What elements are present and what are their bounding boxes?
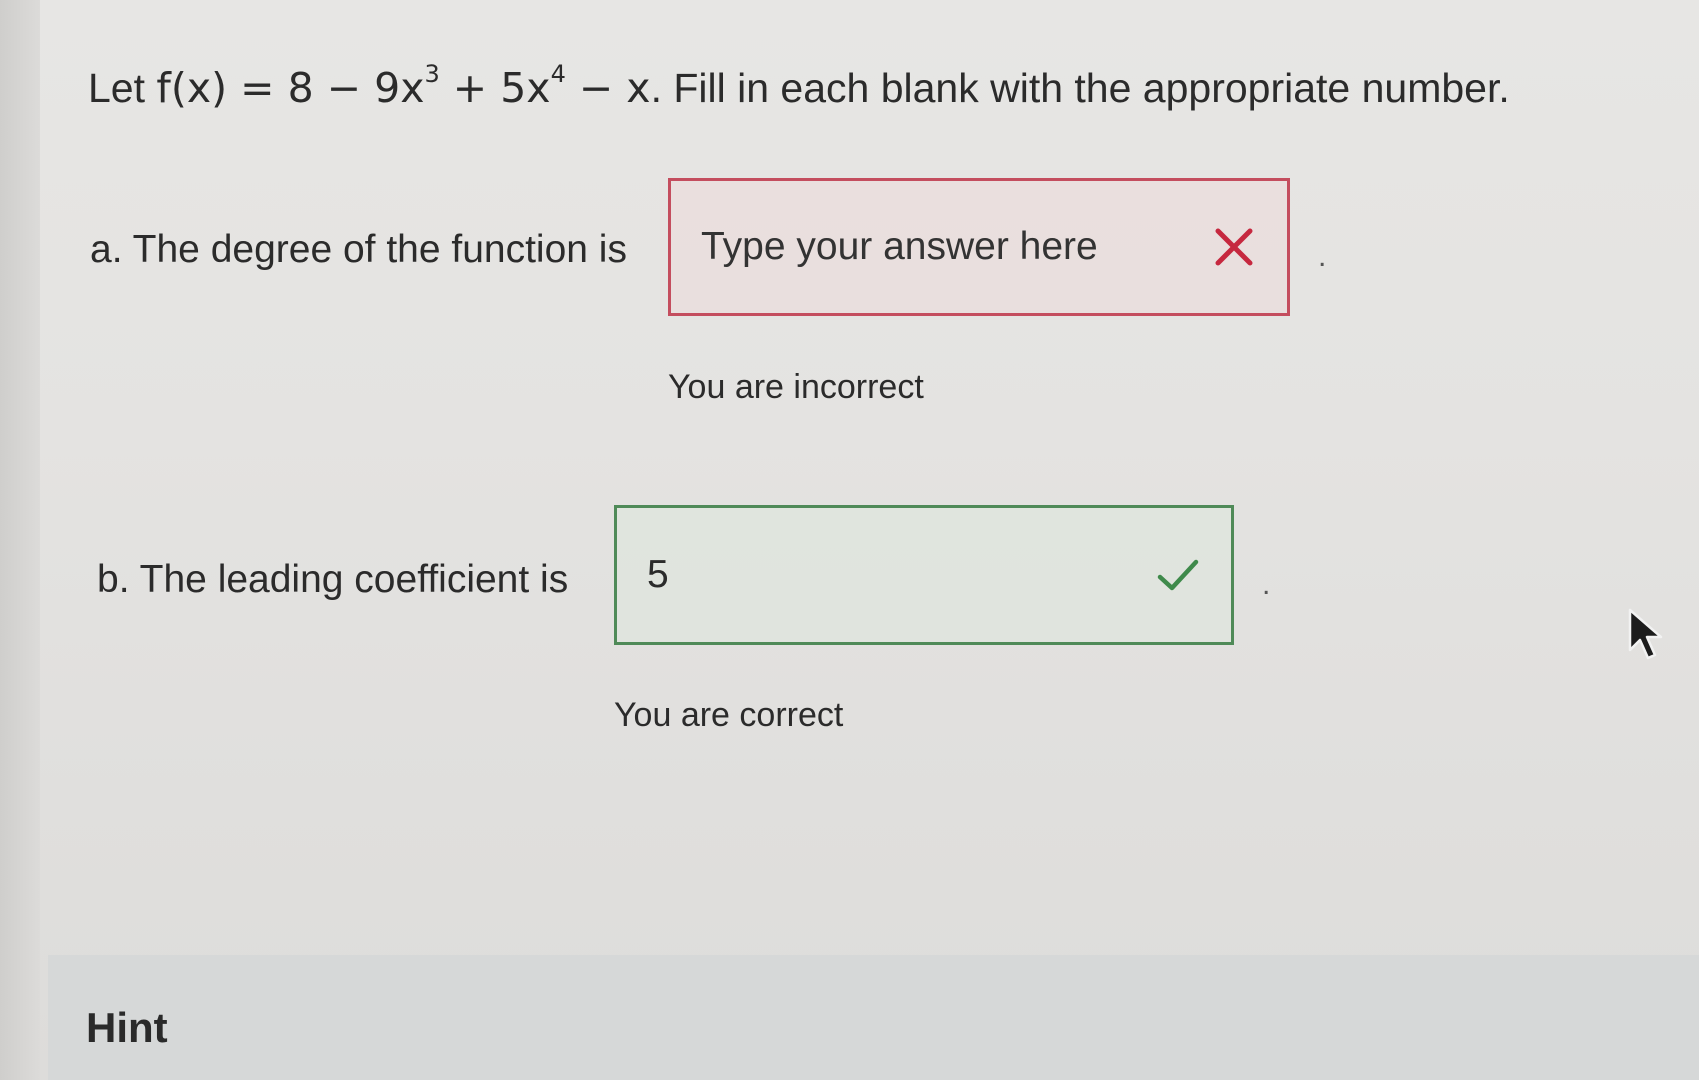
part-a-label: a. The degree of the function is xyxy=(90,228,627,271)
part-a-answer-input[interactable] xyxy=(701,225,1121,269)
check-icon xyxy=(1157,559,1199,591)
part-a-answer-box[interactable] xyxy=(668,178,1290,316)
question-prefix: Let xyxy=(88,65,145,111)
part-b-label: b. The leading coefficient is xyxy=(97,558,569,601)
question-instruction: . Fill in each blank with the appropriat… xyxy=(650,65,1510,111)
part-b-period: . xyxy=(1262,568,1271,601)
hint-label[interactable]: Hint xyxy=(86,1004,168,1052)
part-b-feedback: You are correct xyxy=(614,696,844,734)
part-a-feedback: You are incorrect xyxy=(668,368,924,406)
function-expression: f(x) = 8 − 9x3 + 5x4 − x xyxy=(156,60,651,112)
mouse-cursor-icon xyxy=(1628,608,1663,660)
hint-section[interactable] xyxy=(48,955,1699,1080)
part-a-period: . xyxy=(1318,240,1327,273)
part-b-answer-box[interactable] xyxy=(614,505,1234,645)
x-icon xyxy=(1215,228,1253,266)
question-text: Let f(x) = 8 − 9x3 + 5x4 − x. Fill in ea… xyxy=(88,58,1510,118)
part-b-answer-input[interactable] xyxy=(647,553,1067,597)
left-edge xyxy=(0,0,40,1080)
